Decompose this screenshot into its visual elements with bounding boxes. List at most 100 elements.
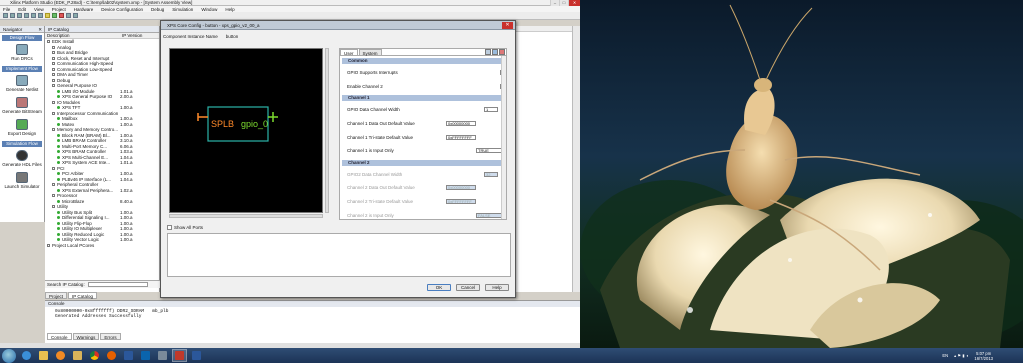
- paste-icon[interactable]: [38, 13, 43, 18]
- tab-project[interactable]: Project: [45, 292, 68, 299]
- tab-console[interactable]: Console: [47, 333, 72, 340]
- menu-debug[interactable]: Debug: [151, 7, 164, 12]
- ch2-input-select[interactable]: FALSE: [476, 212, 504, 218]
- expand-icon[interactable]: [47, 40, 50, 44]
- language-indicator[interactable]: EN: [942, 353, 948, 358]
- run-drcs-button[interactable]: Run DRCs: [0, 44, 44, 61]
- generate-netlist-button[interactable]: Generate Netlist: [0, 75, 44, 92]
- expand-all-icon[interactable]: [485, 49, 491, 55]
- help-icon[interactable]: [73, 13, 78, 18]
- firefox-icon[interactable]: [104, 349, 119, 362]
- expand-icon[interactable]: [52, 78, 55, 82]
- stop-icon[interactable]: [59, 13, 64, 18]
- ok-button[interactable]: OK: [427, 284, 451, 291]
- xilinx-icon[interactable]: [172, 349, 187, 362]
- section-common[interactable]: Common: [342, 58, 504, 64]
- word-icon[interactable]: [121, 349, 136, 362]
- description-column[interactable]: Description: [45, 33, 120, 38]
- tab-ip-catalog[interactable]: IP Catalog: [68, 292, 97, 299]
- open-icon[interactable]: [10, 13, 15, 18]
- show-all-ports-checkbox[interactable]: [167, 225, 172, 230]
- chrome-icon[interactable]: [87, 349, 102, 362]
- expand-icon[interactable]: [52, 62, 55, 66]
- folder-icon[interactable]: [36, 349, 51, 362]
- menu-hardware[interactable]: Hardware: [74, 7, 94, 12]
- preview-vertical-scrollbar[interactable]: [325, 48, 329, 213]
- vertical-scrollbar[interactable]: [572, 26, 580, 292]
- run-icon[interactable]: [52, 13, 57, 18]
- menu-device-configuration[interactable]: Device Configuration: [101, 7, 143, 12]
- ch1-input-select[interactable]: TRUE: [476, 148, 504, 154]
- media-player-icon[interactable]: [53, 349, 68, 362]
- launch-simulator-button[interactable]: Launch Simulator: [0, 172, 44, 189]
- show-all-ports[interactable]: Show All Ports: [167, 225, 203, 230]
- save-icon[interactable]: [17, 13, 22, 18]
- tray-icons[interactable]: ▴ ⚑ ▮ ◖: [954, 353, 968, 358]
- close-icon[interactable]: ✕: [38, 26, 42, 33]
- settings-icon[interactable]: [66, 13, 71, 18]
- preview-horizontal-scrollbar[interactable]: [169, 214, 323, 218]
- expand-icon[interactable]: [52, 84, 55, 88]
- start-button[interactable]: [2, 348, 16, 363]
- ch2-dout-field[interactable]: 0x00000000: [446, 185, 476, 191]
- zoom-icon[interactable]: [45, 13, 50, 18]
- expand-icon[interactable]: [52, 45, 55, 49]
- tab-system[interactable]: System: [358, 49, 382, 56]
- expand-icon[interactable]: [52, 67, 55, 71]
- parameter-scrollbar[interactable]: [501, 56, 506, 219]
- outlook-icon[interactable]: [138, 349, 153, 362]
- ch2-tri-field[interactable]: 0xFFFFFFFF: [446, 199, 476, 205]
- tab-warnings[interactable]: Warnings: [72, 333, 100, 340]
- component-instance-value[interactable]: button: [226, 34, 239, 39]
- ch2-width-spinner[interactable]: 32: [484, 171, 498, 177]
- expand-icon[interactable]: [52, 205, 55, 209]
- calculator-icon[interactable]: [155, 349, 170, 362]
- folder-2-icon[interactable]: [70, 349, 85, 362]
- export-design-button[interactable]: Export Design: [0, 119, 44, 136]
- clock[interactable]: 5:07 pm 16/7/2013: [974, 351, 993, 361]
- tab-errors[interactable]: Errors: [100, 333, 121, 340]
- ip-core-icon: [57, 221, 60, 225]
- cut-icon[interactable]: [24, 13, 29, 18]
- search-input[interactable]: [87, 282, 148, 287]
- data-width-spinner[interactable]: 1: [484, 107, 498, 113]
- generate-hdl-files-button[interactable]: Generate HDL Files: [0, 150, 44, 167]
- expand-icon[interactable]: [52, 56, 55, 60]
- ip-version-column[interactable]: IP Version: [120, 33, 142, 38]
- expand-icon[interactable]: [52, 73, 55, 77]
- menu-file[interactable]: File: [3, 7, 10, 12]
- expand-icon[interactable]: [47, 243, 50, 247]
- reset-icon[interactable]: [499, 49, 505, 55]
- menu-edit[interactable]: Edit: [18, 7, 26, 12]
- expand-icon[interactable]: [52, 128, 55, 132]
- implement-flow-header[interactable]: Implement Flow: [2, 66, 42, 72]
- section-channel-2[interactable]: Channel 2: [342, 159, 504, 166]
- expand-icon[interactable]: [52, 194, 55, 198]
- menu-view[interactable]: View: [34, 7, 44, 12]
- expand-icon[interactable]: [52, 183, 55, 187]
- design-flow-header[interactable]: Design Flow: [2, 35, 42, 41]
- dialog-close-button[interactable]: ✕: [502, 22, 513, 29]
- ch1-dout-field[interactable]: 0x00000000: [446, 121, 476, 127]
- catalog-folder[interactable]: Project Local PCores: [45, 243, 159, 249]
- generate-bitstream-button[interactable]: Generate BitStream: [0, 97, 44, 114]
- menu-project[interactable]: Project: [52, 7, 66, 12]
- word-2-icon[interactable]: [189, 349, 204, 362]
- expand-icon[interactable]: [52, 100, 55, 104]
- menu-simulation[interactable]: Simulation: [172, 7, 193, 12]
- expand-icon[interactable]: [52, 166, 55, 170]
- section-channel-1[interactable]: Channel 1: [342, 95, 504, 102]
- expand-icon[interactable]: [52, 51, 55, 55]
- new-icon[interactable]: [3, 13, 8, 18]
- help-button[interactable]: Help: [485, 284, 509, 291]
- menu-help[interactable]: Help: [225, 7, 234, 12]
- expand-icon[interactable]: [52, 111, 55, 115]
- tab-user[interactable]: User: [340, 49, 358, 56]
- ie-icon[interactable]: [19, 349, 34, 362]
- menu-window[interactable]: Window: [201, 7, 217, 12]
- simulation-flow-header[interactable]: Simulation Flow: [2, 141, 42, 147]
- copy-icon[interactable]: [31, 13, 36, 18]
- doc-icon[interactable]: [492, 49, 498, 55]
- ch1-tri-field[interactable]: 0xFFFFFFFF: [446, 134, 476, 140]
- cancel-button[interactable]: Cancel: [456, 284, 480, 291]
